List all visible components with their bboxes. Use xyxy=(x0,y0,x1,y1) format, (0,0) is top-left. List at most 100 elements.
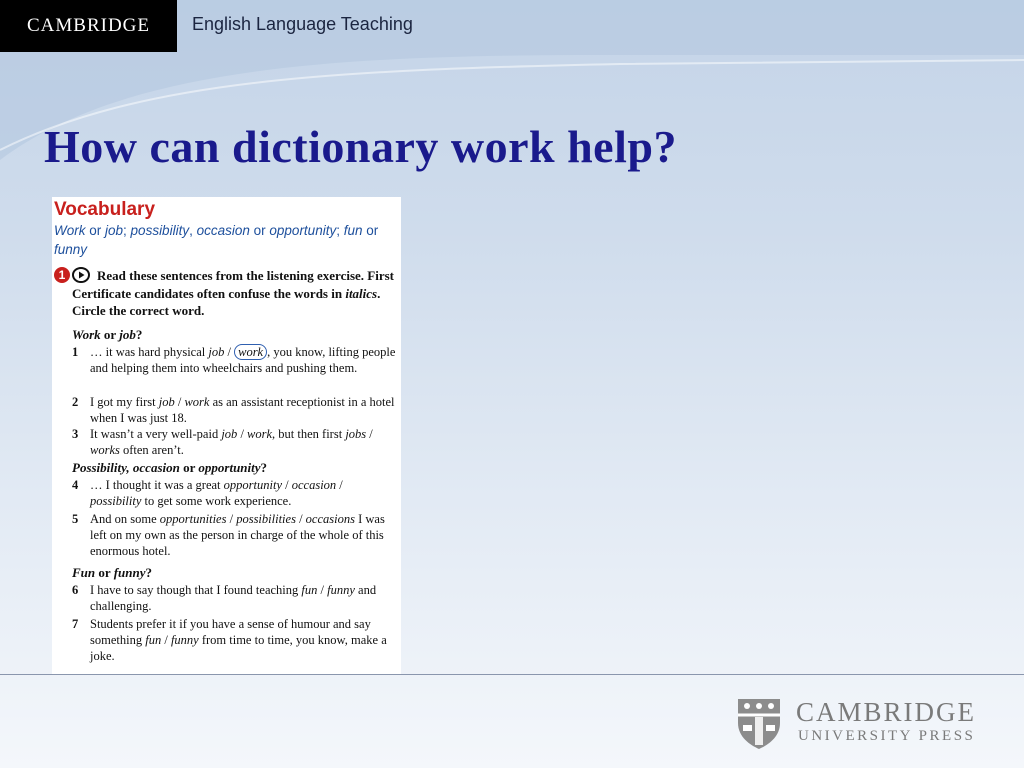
item-text-fragment: I have to say though that I found teachi… xyxy=(90,583,302,597)
exercise-item: 6 I have to say though that I found teach… xyxy=(72,582,397,614)
vocabulary-term: fun xyxy=(343,223,363,238)
footer-divider xyxy=(0,674,1024,675)
exercise-item: 2 I got my first job / work as an assista… xyxy=(72,394,397,426)
item-text-fragment: , but then first xyxy=(272,427,346,441)
word-choice: possibilities xyxy=(236,512,296,526)
group-title-fragment: ? xyxy=(260,460,268,475)
item-text-fragment: / xyxy=(295,512,306,526)
group-title-fragment: or xyxy=(95,565,114,580)
logo-name: CAMBRIDGE xyxy=(796,697,977,727)
item-number: 6 xyxy=(72,583,79,597)
item-text-fragment: / xyxy=(224,345,235,359)
vocabulary-connector: ; xyxy=(336,223,344,238)
cambridge-shield-icon xyxy=(738,699,780,749)
group-title-fragment: or xyxy=(100,327,120,342)
item-number: 1 xyxy=(72,345,79,359)
item-number: 2 xyxy=(72,395,79,409)
group-title-fragment: ? xyxy=(135,327,143,342)
item-text: I have to say though that I found teachi… xyxy=(90,582,397,614)
group-title-fragment: ? xyxy=(145,565,152,580)
group-title: Fun or funny? xyxy=(72,565,152,581)
exercise-number-badge: 1 xyxy=(54,267,70,283)
header-bar: CAMBRIDGE English Language Teaching xyxy=(0,0,1024,52)
exercise-item: 4 … I thought it was a great opportunity … xyxy=(72,477,397,509)
vocabulary-term: Work xyxy=(54,223,86,238)
group-title-fragment: job xyxy=(119,327,136,342)
exercise-item: 3 It wasn’t a very well-paid job / work, … xyxy=(72,426,397,458)
item-text-fragment: … I thought it was a great xyxy=(90,478,224,492)
item-number: 5 xyxy=(72,512,79,526)
item-text-fragment: It wasn’t a very well-paid xyxy=(90,427,222,441)
vocabulary-term: job xyxy=(105,223,124,238)
exercise-item: 1 … it was hard physical job / work, you … xyxy=(72,344,397,376)
instruction-text: Read these sentences from the listening … xyxy=(72,267,398,320)
vocabulary-connector: or xyxy=(362,223,379,238)
group-title-fragment: Possibility, occasion xyxy=(72,460,180,475)
item-text: Students prefer it if you have a sense o… xyxy=(90,616,397,665)
item-text-fragment: to get some work experience. xyxy=(141,494,292,509)
cambridge-brand-logo: CAMBRIDGE xyxy=(0,0,177,52)
vocabulary-connector: ; xyxy=(123,223,131,238)
item-number: 3 xyxy=(72,427,79,441)
group-title-fragment: opportunity xyxy=(198,460,261,475)
word-choice: job xyxy=(208,345,225,359)
vocabulary-term: possibility xyxy=(130,223,190,238)
vocabulary-term: opportunity xyxy=(269,223,337,238)
circled-answer: work xyxy=(234,344,268,360)
exercise-item: 5 And on some opportunities / possibiliti… xyxy=(72,511,397,560)
group-title: Possibility, occasion or opportunity? xyxy=(72,460,267,476)
item-text: I got my first job / work as an assistan… xyxy=(90,394,397,426)
item-text-fragment: And on some xyxy=(90,512,160,526)
logo-press: UNIVERSITY PRESS xyxy=(798,728,976,744)
item-text-fragment: / xyxy=(282,478,292,492)
group-title-fragment: Work xyxy=(72,327,101,342)
item-text-fragment: / xyxy=(174,395,185,409)
item-text-fragment: often aren’t. xyxy=(119,443,184,458)
word-choice: fun xyxy=(145,633,162,648)
vocabulary-heading: Vocabulary xyxy=(54,199,156,220)
item-text-fragment: / xyxy=(366,427,373,441)
header-subtitle: English Language Teaching xyxy=(192,14,413,34)
word-choice: work xyxy=(247,427,273,441)
word-choice: occasions xyxy=(305,512,355,526)
word-choice: opportunities xyxy=(159,512,227,526)
item-number: 4 xyxy=(72,478,79,492)
vocabulary-textbook-excerpt: Vocabulary Work or job; possibility, occ… xyxy=(52,197,401,675)
item-text-fragment: / xyxy=(226,512,237,526)
exercise-item: 7 Students prefer it if you have a sense … xyxy=(72,616,397,665)
vocabulary-connector: or xyxy=(249,223,270,238)
word-choice: possibility xyxy=(90,494,142,509)
group-title-fragment: Fun xyxy=(72,565,96,580)
word-choice: opportunity xyxy=(223,478,282,492)
vocabulary-term: occasion xyxy=(196,223,250,238)
item-number: 7 xyxy=(72,617,79,631)
instruction-fragment: italics xyxy=(345,285,378,301)
word-choice: works xyxy=(90,443,120,458)
item-text-fragment: / xyxy=(317,583,328,597)
word-choice: job xyxy=(221,427,238,441)
group-title: Work or job? xyxy=(72,327,142,343)
item-text-fragment: / xyxy=(237,427,248,441)
vocabulary-term: funny xyxy=(54,242,88,257)
group-title-fragment: funny xyxy=(113,565,146,580)
cambridge-university-press-logo: CAMBRIDGE UNIVERSITY PRESS xyxy=(736,697,996,753)
word-choice: occasion xyxy=(291,478,337,492)
slide-title: How can dictionary work help? xyxy=(44,121,677,172)
word-choice: funny xyxy=(327,583,355,597)
word-choice: jobs xyxy=(345,427,367,441)
item-text-fragment: / xyxy=(336,478,343,492)
word-choice: work xyxy=(184,395,210,409)
word-choice: fun xyxy=(301,583,318,597)
item-text-fragment: … it was hard physical xyxy=(90,345,209,359)
word-choice: funny xyxy=(170,633,199,648)
item-text: … it was hard physical job / work, you k… xyxy=(90,344,397,376)
vocabulary-connector: or xyxy=(85,223,106,238)
item-text-fragment: / xyxy=(161,633,171,648)
item-text: And on some opportunities / possibilitie… xyxy=(90,511,397,560)
group-title-fragment: or xyxy=(179,460,199,475)
word-choice: job xyxy=(158,395,175,409)
item-text: It wasn’t a very well-paid job / work, b… xyxy=(90,426,397,458)
vocabulary-connector: , xyxy=(189,223,197,238)
item-text-fragment: I got my first xyxy=(90,395,159,409)
item-text: … I thought it was a great opportunity /… xyxy=(90,477,397,509)
